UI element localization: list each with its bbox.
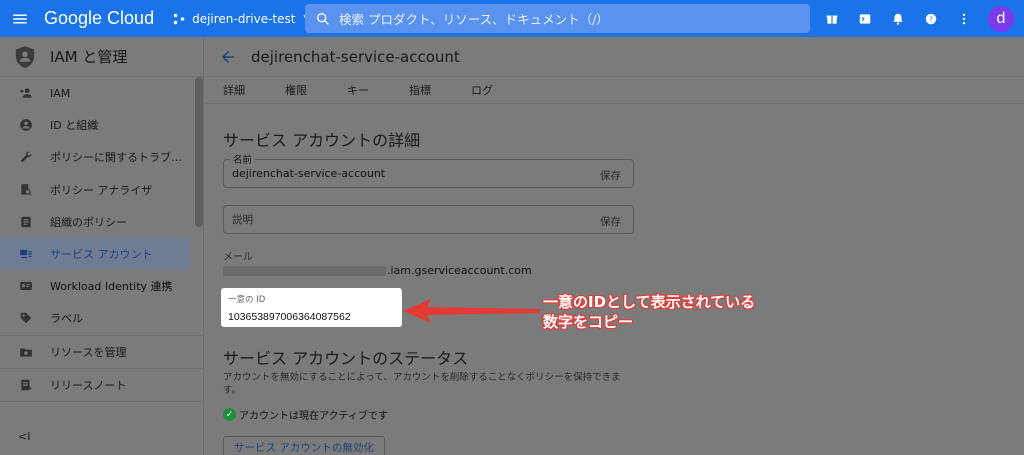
sidebar-item-label: ラベル xyxy=(50,312,83,326)
name-label: 名前 xyxy=(230,152,256,166)
description-field[interactable]: 説明 保存 xyxy=(223,205,634,234)
cloud-shell-icon[interactable] xyxy=(853,7,877,31)
tab-logs[interactable]: ログ xyxy=(471,82,493,98)
tag-icon xyxy=(18,310,34,326)
tab-keys[interactable]: キー xyxy=(347,82,369,98)
save-description-button[interactable]: 保存 xyxy=(600,214,621,229)
wrench-icon xyxy=(18,149,34,165)
service-account-icon xyxy=(18,246,34,262)
sidebar-item-workload-identity[interactable]: Workload Identity 連携 xyxy=(0,270,190,302)
sidebar-item-label: リソースを管理 xyxy=(50,345,127,359)
avatar[interactable]: d xyxy=(988,5,1014,32)
tab-details[interactable]: 詳細 xyxy=(223,82,245,98)
google-cloud-logo[interactable]: Google Cloud xyxy=(44,8,154,29)
sidebar-item-label: リリースノート xyxy=(50,378,127,392)
redacted-email xyxy=(223,265,386,276)
sidebar-item-policy-troubleshooter[interactable]: ポリシーに関するトラブ… xyxy=(0,141,190,173)
more-vert-icon[interactable] xyxy=(952,7,976,31)
sidebar: IAM と管理 IAM ID と組織 ポリシーに関するトラブ… ポリシー アナラ… xyxy=(0,37,204,455)
tab-permissions[interactable]: 権限 xyxy=(285,82,307,98)
sidebar-title: IAM と管理 xyxy=(50,48,128,66)
project-hierarchy-icon xyxy=(173,13,185,24)
sidebar-item-label: サービス アカウント xyxy=(50,248,153,262)
svg-text:?: ? xyxy=(929,15,933,23)
tab-metrics[interactable]: 指標 xyxy=(409,82,431,98)
annotation-arrow-icon xyxy=(403,299,540,323)
unique-id-box: 一意の ID 103653897006364087562 xyxy=(221,288,402,327)
doc-search-icon xyxy=(18,182,34,198)
project-selector[interactable]: dejiren-drive-test ▼ xyxy=(172,6,310,32)
top-bar: Google Cloud dejiren-drive-test ▼ 検索 プロダ… xyxy=(0,0,1024,37)
project-name: dejiren-drive-test xyxy=(192,11,296,26)
unique-id-label: 一意の ID xyxy=(228,295,266,305)
sidebar-item-release-notes[interactable]: リリースノート xyxy=(0,369,190,401)
sidebar-item-labels[interactable]: ラベル xyxy=(0,302,190,334)
annotation-callout: 一意のIDとして表示されている 数字をコピー xyxy=(543,292,755,332)
active-status: ✓ アカウントは現在アクティブです xyxy=(223,407,388,422)
sidebar-item-service-accounts[interactable]: サービス アカウント xyxy=(0,237,190,271)
id-card-icon xyxy=(18,278,34,294)
person-add-icon xyxy=(18,85,34,101)
email-label: メール xyxy=(223,252,253,263)
email-suffix: .iam.gserviceaccount.com xyxy=(387,264,532,277)
gift-icon[interactable] xyxy=(820,7,844,31)
list-doc-icon xyxy=(18,214,34,230)
annotation-line-2: 数字をコピー xyxy=(543,313,634,331)
shield-icon xyxy=(15,45,35,68)
sidebar-scrollbar[interactable] xyxy=(195,77,203,227)
release-notes-icon xyxy=(18,377,34,393)
description-placeholder: 説明 xyxy=(232,214,253,226)
status-description: アカウントを無効にすることによって、アカウントを削除することなくポリシーを保持で… xyxy=(223,372,621,396)
search-bar[interactable]: 検索 プロダクト、リソース、ドキュメント（/） xyxy=(305,4,810,33)
sidebar-item-policy-analyzer[interactable]: ポリシー アナライザ xyxy=(0,174,190,206)
sidebar-header: IAM と管理 xyxy=(0,37,203,77)
save-name-button[interactable]: 保存 xyxy=(600,168,621,183)
sidebar-nav: IAM ID と組織 ポリシーに関するトラブ… ポリシー アナライザ 組織のポリ… xyxy=(0,77,204,402)
sidebar-item-label: ポリシー アナライザ xyxy=(50,183,153,197)
help-icon[interactable]: ? xyxy=(919,7,943,31)
back-arrow-icon[interactable] xyxy=(219,48,237,66)
sidebar-item-id-org[interactable]: ID と組織 xyxy=(0,109,190,141)
tab-bar: 詳細 権限 キー 指標 ログ xyxy=(205,77,1024,104)
page-header: dejirenchat-service-account xyxy=(205,37,1024,77)
account-circle-icon xyxy=(18,117,34,133)
unique-id-value[interactable]: 103653897006364087562 xyxy=(228,311,395,323)
sidebar-item-label: 組織のポリシー xyxy=(50,215,127,229)
collapse-sidebar-button[interactable]: <I xyxy=(18,430,30,443)
sidebar-item-manage-resources[interactable]: リソースを管理 xyxy=(0,336,190,368)
sidebar-item-label: Workload Identity 連携 xyxy=(50,280,173,294)
email-value: .iam.gserviceaccount.com xyxy=(223,264,532,277)
main-menu-button[interactable] xyxy=(0,0,40,37)
notifications-bell-icon[interactable] xyxy=(886,7,910,31)
page-title: dejirenchat-service-account xyxy=(251,47,460,66)
sidebar-item-label: IAM xyxy=(50,86,71,100)
disable-account-button[interactable]: サービス アカウントの無効化 xyxy=(223,436,385,455)
name-field[interactable]: 名前 dejirenchat-service-account 保存 xyxy=(223,152,634,188)
status-section-title: サービス アカウントのステータス xyxy=(223,349,469,368)
check-circle-icon: ✓ xyxy=(223,408,236,421)
sidebar-item-label: ポリシーに関するトラブ… xyxy=(50,151,182,165)
active-status-text: アカウントは現在アクティブです xyxy=(239,411,388,422)
main-content: dejirenchat-service-account 詳細 権限 キー 指標 … xyxy=(205,37,1024,455)
sidebar-item-iam[interactable]: IAM xyxy=(0,77,190,109)
search-placeholder: 検索 プロダクト、リソース、ドキュメント（/） xyxy=(339,12,609,27)
search-icon xyxy=(317,12,329,25)
settings-folder-icon xyxy=(18,344,34,360)
sidebar-item-org-policy[interactable]: 組織のポリシー xyxy=(0,206,190,238)
details-section-title: サービス アカウントの詳細 xyxy=(223,131,421,150)
annotation-line-1: 一意のIDとして表示されている xyxy=(543,293,756,311)
sidebar-divider xyxy=(0,400,204,402)
name-value: dejirenchat-service-account xyxy=(232,167,386,180)
hamburger-menu-icon xyxy=(13,14,27,23)
sidebar-item-label: ID と組織 xyxy=(50,119,99,133)
